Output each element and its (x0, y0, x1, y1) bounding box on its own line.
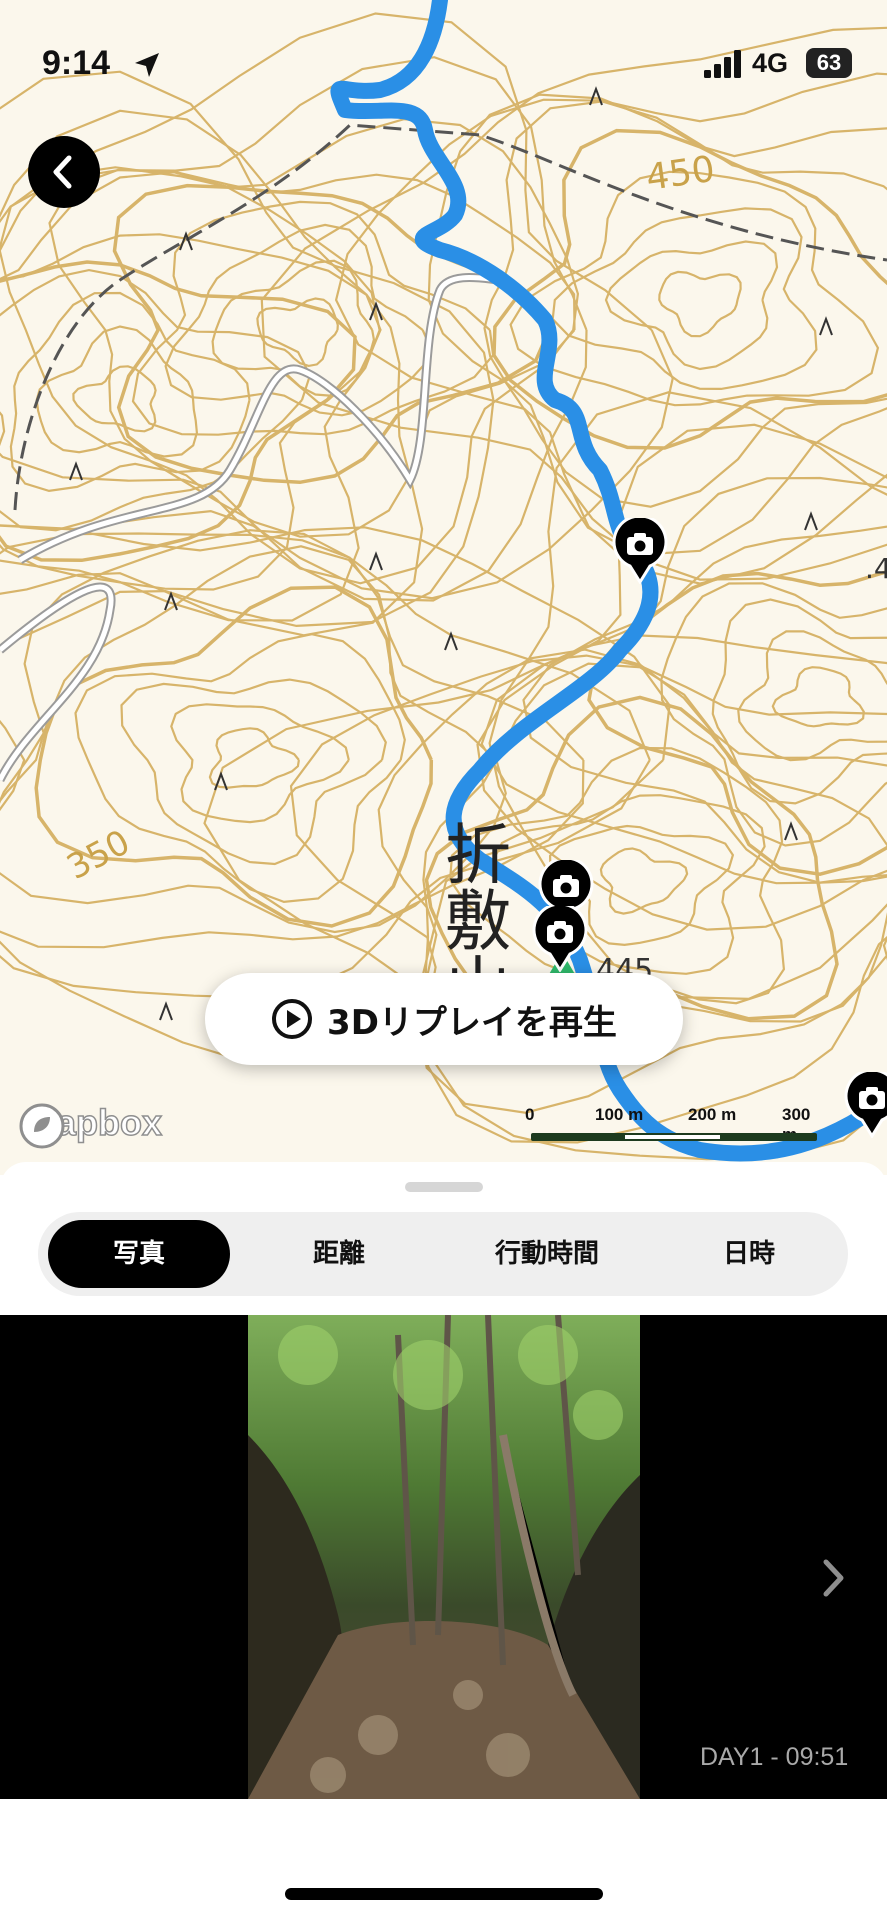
camera-pin-icon (612, 518, 668, 584)
sheet-grabber[interactable] (405, 1182, 483, 1192)
mapbox-logo-icon (19, 1103, 65, 1149)
tab-photos[interactable]: 写真 (48, 1220, 230, 1288)
tab-distance[interactable]: 距離 (248, 1220, 430, 1288)
chevron-right-icon[interactable] (815, 1555, 851, 1601)
forest-trail-photo (248, 1315, 640, 1799)
network-type: 4G (752, 48, 789, 78)
camera-pin-icon (532, 906, 588, 972)
status-time: 9:14 (42, 44, 111, 82)
scale-label-100: 100 m (595, 1105, 644, 1124)
map-scale-bar: 0 100 m 200 m 300 m (525, 1105, 817, 1145)
status-bar: 9:14 4G 63 (0, 0, 887, 120)
play-circle-icon (272, 999, 313, 1039)
replay-3d-label: 3Dリプレイを再生 (327, 1002, 617, 1043)
signal-bars-icon (704, 50, 741, 78)
camera-pin-icon (844, 1072, 887, 1138)
location-arrow-icon (135, 53, 159, 77)
scale-label-200: 200 m (688, 1105, 737, 1124)
chevron-left-icon (53, 155, 72, 189)
mapbox-logo: mapbox (18, 1101, 163, 1149)
photo-caption: DAY1 - 09:51 (700, 1743, 849, 1771)
home-indicator[interactable] (285, 1888, 603, 1900)
photo-carousel[interactable] (0, 1315, 887, 1799)
segmented-tabs: 写真 距離 行動時間 日時 (38, 1212, 848, 1296)
contour-label-350: 350 (60, 822, 136, 888)
tab-activity-time[interactable]: 行動時間 (436, 1220, 658, 1288)
tab-datetime[interactable]: 日時 (658, 1220, 840, 1288)
back-button[interactable] (28, 136, 100, 208)
battery-icon: 63 (806, 48, 852, 78)
spot-height-label-edge: .4 (865, 552, 887, 585)
contour-label-450: 450 (644, 149, 718, 199)
replay-3d-button[interactable]: 3Dリプレイを再生 (205, 973, 683, 1065)
scale-label-0: 0 (525, 1105, 535, 1124)
